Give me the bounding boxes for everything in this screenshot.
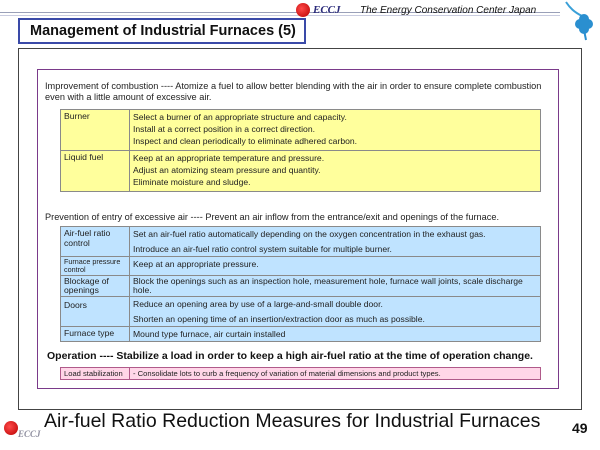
table-row: Blockage of openings Block the openings … xyxy=(60,275,541,297)
table-row: Load stabilization - Consolidate lots to… xyxy=(60,367,541,380)
row-content: Set an air-fuel ratio automatically depe… xyxy=(129,226,541,257)
combustion-intro: Improvement of combustion ---- Atomize a… xyxy=(45,81,542,102)
row-label: Load stabilization xyxy=(60,367,130,380)
row-label: Liquid fuel xyxy=(60,150,130,192)
list-item: Select a burner of an appropriate struct… xyxy=(133,112,347,122)
row-label: Burner xyxy=(60,109,130,151)
footer-emblem-icon xyxy=(4,421,18,435)
footer-title: Air-fuel Ratio Reduction Measures for In… xyxy=(44,410,541,432)
prevention-intro: Prevention of entry of excessive air ---… xyxy=(45,212,499,222)
row-content: Block the openings such as an inspection… xyxy=(129,275,541,297)
row-label: Furnace pressure control xyxy=(60,256,130,276)
table-row: Furnace type Mound type furnace, air cur… xyxy=(60,326,541,342)
table-row: Burner Select a burner of an appropriate… xyxy=(60,109,541,151)
list-item: Introduce an air-fuel ratio control syst… xyxy=(133,244,392,254)
footer-logo-text: ECCJ xyxy=(18,429,41,439)
page-number: 49 xyxy=(572,420,588,436)
operation-intro: Operation ---- Stabilize a load in order… xyxy=(47,350,533,362)
row-label: Furnace type xyxy=(60,326,130,342)
footer-logo: ECCJ xyxy=(4,419,41,445)
list-item: Adjust an atomizing steam pressure and q… xyxy=(133,165,321,175)
combustion-table: Burner Select a burner of an appropriate… xyxy=(60,109,541,192)
row-content: Keep at an appropriate temperature and p… xyxy=(129,150,541,192)
row-content: Select a burner of an appropriate struct… xyxy=(129,109,541,151)
list-item: Reduce an opening area by use of a large… xyxy=(133,299,383,309)
row-content: - Consolidate lots to curb a frequency o… xyxy=(129,367,541,380)
row-content: Keep at an appropriate pressure. xyxy=(129,256,541,276)
list-item: Keep at an appropriate pressure. xyxy=(133,259,259,269)
eccj-emblem-icon xyxy=(296,3,310,17)
row-content: Mound type furnace, air curtain installe… xyxy=(129,326,541,342)
list-item: Install at a correct position in a corre… xyxy=(133,124,315,134)
row-content: Reduce an opening area by use of a large… xyxy=(129,296,541,327)
row-label-text: Furnace pressure control xyxy=(64,257,121,274)
prevention-table: Air-fuel ratio control Set an air-fuel r… xyxy=(60,226,541,342)
header-logo: ECCJ xyxy=(296,3,341,17)
list-item: Mound type furnace, air curtain installe… xyxy=(133,329,286,339)
row-label: Blockage of openings xyxy=(60,275,130,297)
header-logo-text: ECCJ xyxy=(313,4,341,16)
list-item: Eliminate moisture and sludge. xyxy=(133,177,251,187)
operation-table: Load stabilization - Consolidate lots to… xyxy=(60,367,541,380)
table-row: Furnace pressure control Keep at an appr… xyxy=(60,256,541,276)
organization-name: The Energy Conservation Center Japan xyxy=(360,5,537,16)
list-item: Set an air-fuel ratio automatically depe… xyxy=(133,229,486,239)
row-label: Doors xyxy=(60,296,130,327)
table-row: Liquid fuel Keep at an appropriate tempe… xyxy=(60,150,541,192)
slide-title: Management of Industrial Furnaces (5) xyxy=(18,18,306,44)
list-item: Shorten an opening time of an insertion/… xyxy=(133,314,425,324)
list-item: Keep at an appropriate temperature and p… xyxy=(133,153,325,163)
table-row: Doors Reduce an opening area by use of a… xyxy=(60,296,541,327)
clover-logo-icon xyxy=(565,1,593,41)
list-item: Inspect and clean periodically to elimin… xyxy=(133,136,358,146)
table-row: Air-fuel ratio control Set an air-fuel r… xyxy=(60,226,541,257)
row-label: Air-fuel ratio control xyxy=(60,226,130,257)
